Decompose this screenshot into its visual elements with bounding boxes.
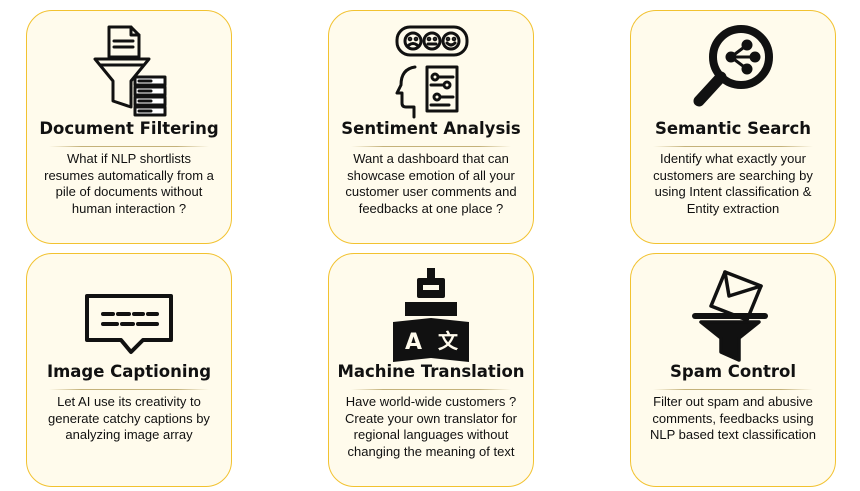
description-line: Have world-wide customers ? xyxy=(345,394,517,409)
divider xyxy=(351,389,511,390)
card-title: Machine Translation xyxy=(337,362,525,381)
description-line: pile of documents without xyxy=(55,184,203,199)
envelope-filter-icon xyxy=(685,262,781,362)
description-line: What if NLP shortlists xyxy=(66,151,192,166)
description-line: comments, feedbacks using xyxy=(652,410,814,426)
description-line: regional languages without xyxy=(353,427,509,442)
description-line: showcase emotion of all your xyxy=(347,167,515,183)
description-line: analyzing image array xyxy=(65,427,193,442)
translate-letter-cjk: 文 xyxy=(438,329,459,353)
description-line: generate catchy captions by xyxy=(48,410,210,426)
description-line: using Intent classification & xyxy=(654,184,812,199)
card-description: Identify what exactly your customers are… xyxy=(641,151,825,217)
description-line: human interaction ? xyxy=(71,200,187,216)
divider xyxy=(49,389,209,390)
card-description: Filter out spam and abusive comments, fe… xyxy=(641,394,825,444)
description-line: Want a dashboard that can xyxy=(353,151,509,166)
description-line: Identify what exactly your xyxy=(660,151,806,166)
description-line: customers are searching by xyxy=(653,167,813,183)
card-title: Sentiment Analysis xyxy=(341,119,521,138)
emotion-head-icon xyxy=(383,19,479,119)
robot-translate-icon: A 文 xyxy=(383,262,479,362)
divider xyxy=(653,389,813,390)
description-line: feedbacks at one place ? xyxy=(358,200,504,216)
divider xyxy=(49,146,209,147)
description-line: Let AI use its creativity to xyxy=(57,394,201,409)
card-sentiment-analysis: Sentiment Analysis Want a dashboard that… xyxy=(328,10,534,244)
card-machine-translation: A 文 Machine Translation Have world-wide … xyxy=(328,253,534,487)
description-line: resumes automatically from a xyxy=(44,167,214,183)
card-title: Image Captioning xyxy=(46,362,212,381)
description-line: Filter out spam and abusive xyxy=(653,394,813,409)
card-title: Semantic Search xyxy=(654,119,812,138)
card-title: Document Filtering xyxy=(39,119,219,138)
divider xyxy=(351,146,511,147)
card-semantic-search: Semantic Search Identify what exactly yo… xyxy=(630,10,836,244)
card-description: Let AI use its creativity to generate ca… xyxy=(37,394,221,444)
translate-letter-a: A xyxy=(405,330,422,355)
description-line: Create your own translator for xyxy=(345,410,517,426)
description-line: customer user comments and xyxy=(345,184,517,199)
caption-speech-bubble-icon xyxy=(81,262,177,362)
description-line: changing the meaning of text xyxy=(347,443,515,459)
card-image-captioning: Image Captioning Let AI use its creativi… xyxy=(26,253,232,487)
magnifier-network-icon xyxy=(685,19,781,119)
card-spam-control: Spam Control Filter out spam and abusive… xyxy=(630,253,836,487)
description-line: Entity extraction xyxy=(686,200,780,216)
card-description: Want a dashboard that can showcase emoti… xyxy=(339,151,523,217)
description-line: NLP based text classification xyxy=(650,427,816,442)
card-document-filtering: Document Filtering What if NLP shortlist… xyxy=(26,10,232,244)
divider xyxy=(653,146,813,147)
card-title: Spam Control xyxy=(670,362,796,381)
card-description: Have world-wide customers ? Create your … xyxy=(339,394,523,460)
card-description: What if NLP shortlists resumes automatic… xyxy=(37,151,221,217)
funnel-documents-icon xyxy=(81,19,177,119)
